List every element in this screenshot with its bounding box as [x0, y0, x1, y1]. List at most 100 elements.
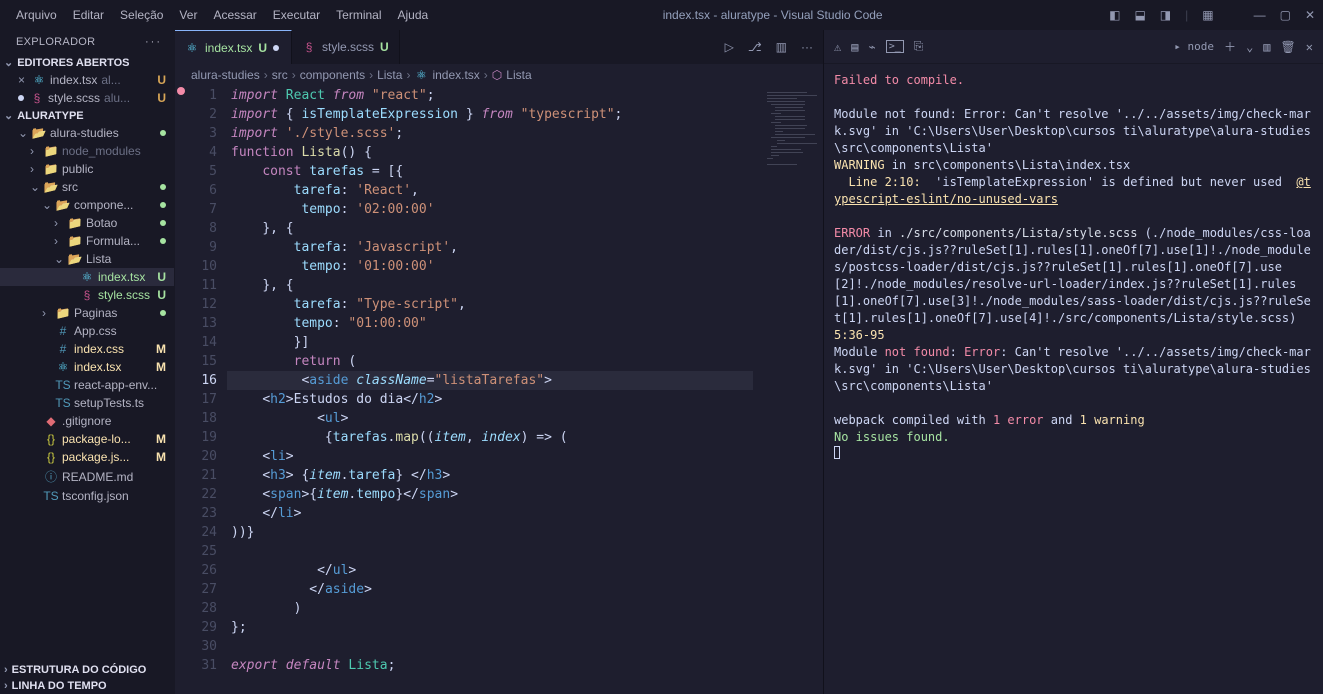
tree-item[interactable]: TStsconfig.json	[0, 487, 174, 505]
tree-item[interactable]: ›📁Botao	[0, 214, 174, 232]
tree-item[interactable]: #index.cssM	[0, 340, 174, 358]
tree-item[interactable]: ›📁node_modules	[0, 142, 174, 160]
folder-icon: 📁	[44, 144, 58, 158]
customize-layout-icon[interactable]: ▦	[1202, 8, 1213, 22]
react-icon: ⚛	[414, 68, 428, 82]
split-terminal-icon[interactable]: ▥	[1263, 40, 1270, 54]
menu-ver[interactable]: Ver	[171, 4, 205, 26]
react-icon: ⚛	[80, 270, 94, 284]
menu-ajuda[interactable]: Ajuda	[390, 4, 437, 26]
editor-group: ⚛index.tsxU§style.scssU ▷ ⎇ ▥ ··· alura-stud…	[175, 30, 823, 694]
tree-item[interactable]: ⌄📂src	[0, 178, 174, 196]
tree-item[interactable]: #App.css	[0, 322, 174, 340]
run-icon[interactable]: ▷	[725, 40, 734, 54]
breadcrumb-segment[interactable]: Lista	[377, 68, 402, 82]
tree-item[interactable]: ›📁Formula...	[0, 232, 174, 250]
folder-icon: 📁	[56, 306, 70, 320]
breadcrumb[interactable]: alura-studies›src›components›Lista›⚛inde…	[175, 64, 823, 86]
minimap[interactable]	[763, 86, 823, 694]
breadcrumb-segment[interactable]: src	[272, 68, 288, 82]
editor-tabs: ⚛index.tsxU§style.scssU ▷ ⎇ ▥ ···	[175, 30, 823, 64]
explorer-title: EXPLORADOR	[16, 36, 95, 48]
menu-editar[interactable]: Editar	[65, 4, 112, 26]
tree-item[interactable]: ⌄📂compone...	[0, 196, 174, 214]
terminal-shell-name[interactable]: node	[1188, 40, 1215, 53]
md-icon: ⓘ	[44, 468, 58, 485]
editor-tab[interactable]: §style.scssU	[292, 30, 400, 64]
breadcrumb-segment[interactable]: Lista	[506, 68, 531, 82]
menu-executar[interactable]: Executar	[265, 4, 328, 26]
tree-item[interactable]: ⌄📂Lista	[0, 250, 174, 268]
open-editor-item[interactable]: ×⚛index.tsx al...U	[0, 71, 174, 89]
ports-icon[interactable]: ⎘	[914, 39, 924, 54]
react-icon: ⚛	[32, 73, 46, 87]
problems-filter-icon[interactable]: ⚠	[834, 40, 841, 54]
kill-terminal-icon[interactable]: 🗑	[1281, 40, 1296, 54]
layout-bottom-icon[interactable]: ⬓	[1134, 8, 1145, 22]
tree-item[interactable]: ›📁public	[0, 160, 174, 178]
tree-item[interactable]: ⚛index.tsxU	[0, 268, 174, 286]
explorer-sidebar: EXPLORADOR ··· ⌄EDITORES ABERTOS ×⚛index…	[0, 30, 175, 694]
terminal-dropdown-icon[interactable]: ⌄	[1246, 40, 1253, 54]
folder-icon: 📂	[68, 252, 82, 266]
close-panel-icon[interactable]: ✕	[1306, 40, 1313, 54]
close-icon[interactable]: ✕	[1305, 8, 1315, 22]
new-terminal-icon[interactable]: ＋	[1224, 38, 1236, 55]
css-icon: #	[56, 342, 70, 356]
folder-icon: 📁	[68, 216, 82, 230]
ts-icon: TS	[56, 396, 70, 410]
tree-item[interactable]: ›📁Paginas	[0, 304, 174, 322]
layout-left-icon[interactable]: ◧	[1109, 8, 1120, 22]
react-icon: ⚛	[56, 360, 70, 374]
maximize-icon[interactable]: ▢	[1280, 8, 1291, 22]
menu-acessar[interactable]: Acessar	[205, 4, 264, 26]
tree-item[interactable]: {}package.js...M	[0, 448, 174, 466]
breadcrumb-segment[interactable]: components	[300, 68, 365, 82]
project-section[interactable]: ⌄ALURATYPE	[0, 107, 174, 124]
more-icon[interactable]: ···	[145, 36, 162, 48]
open-editor-item[interactable]: §style.scss alu...U	[0, 89, 174, 107]
code-editor[interactable]: import React from "react";import { isTem…	[231, 86, 763, 694]
scss-icon: §	[80, 288, 94, 302]
menubar: ArquivoEditarSeleçãoVerAcessarExecutarTe…	[0, 0, 1323, 30]
scss-icon: §	[30, 91, 44, 105]
breadcrumb-segment[interactable]: alura-studies	[191, 68, 260, 82]
split-editor-icon[interactable]: ▥	[776, 40, 787, 54]
minimize-icon[interactable]: —	[1254, 8, 1266, 22]
editor-tab[interactable]: ⚛index.tsxU	[175, 30, 292, 64]
timeline-section[interactable]: ›LINHA DO TEMPO	[0, 678, 174, 694]
tree-item[interactable]: ⌄📂alura-studies	[0, 124, 174, 142]
open-editors-section[interactable]: ⌄EDITORES ABERTOS	[0, 54, 174, 71]
tree-item[interactable]: §style.scssU	[0, 286, 174, 304]
outline-section[interactable]: ›ESTRUTURA DO CÓDIGO	[0, 662, 174, 678]
tree-item[interactable]: ◆.gitignore	[0, 412, 174, 430]
json-icon: {}	[44, 432, 58, 446]
compare-icon[interactable]: ⎇	[748, 40, 762, 54]
terminal-icon[interactable]: >_	[886, 40, 904, 53]
tree-item[interactable]: ⓘREADME.md	[0, 466, 174, 487]
menu-seleção[interactable]: Seleção	[112, 4, 171, 26]
folder-icon: 📂	[32, 126, 46, 140]
more-icon[interactable]: ···	[801, 40, 813, 54]
terminal-panel: ⚠ ▤ ⌁ >_ ⎘ ▸ node ＋ ⌄ ▥ 🗑 ✕ Failed to co…	[823, 30, 1323, 694]
output-icon[interactable]: ▤	[851, 40, 858, 54]
breadcrumb-segment[interactable]: index.tsx	[432, 68, 479, 82]
ts-icon: TS	[44, 489, 58, 503]
tree-item[interactable]: TSreact-app-env...	[0, 376, 174, 394]
menu-arquivo[interactable]: Arquivo	[8, 4, 65, 26]
line-number-gutter: 1234567891011121314151617181920212223242…	[183, 86, 231, 694]
tree-item[interactable]: {}package-lo...M	[0, 430, 174, 448]
tree-item[interactable]: ⚛index.tsxM	[0, 358, 174, 376]
menu-terminal[interactable]: Terminal	[328, 4, 389, 26]
debug-console-icon[interactable]: ⌁	[868, 40, 875, 54]
folder-icon: 📂	[44, 180, 58, 194]
folder-icon: 📁	[44, 162, 58, 176]
layout-right-icon[interactable]: ◨	[1160, 8, 1171, 22]
react-icon: ⚛	[185, 41, 199, 55]
scss-icon: §	[302, 40, 316, 54]
css-icon: #	[56, 324, 70, 338]
terminal-output[interactable]: Failed to compile. Module not found: Err…	[824, 64, 1323, 694]
json-icon: {}	[44, 450, 58, 464]
tree-item[interactable]: TSsetupTests.ts	[0, 394, 174, 412]
window-title: index.tsx - aluratype - Visual Studio Co…	[436, 8, 1109, 22]
